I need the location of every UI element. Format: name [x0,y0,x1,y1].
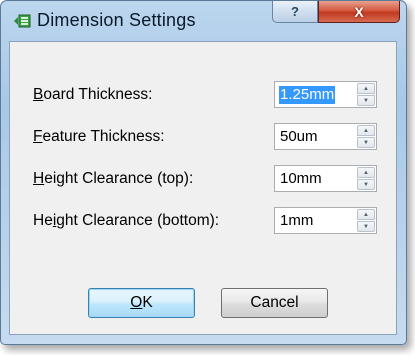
close-icon: X [354,3,364,20]
spin-down-arrow-icon[interactable]: ▼ [357,95,375,106]
spin-up-arrow-icon[interactable]: ▲ [357,83,375,94]
board-thickness-spin-buttons: ▲ ▼ [357,83,375,106]
board-thickness-spinner[interactable]: 1.25mm ▲ ▼ [274,81,377,108]
feature-thickness-spin-buttons: ▲ ▼ [357,125,375,148]
spin-up-arrow-icon[interactable]: ▲ [357,167,375,178]
dialog-body: Board Thickness: 1.25mm ▲ ▼ Feature Thic… [9,41,397,335]
board-thickness-mnemonic: B [33,86,44,103]
cancel-button[interactable]: Cancel [221,288,328,318]
height-clearance-top-spin-buttons: ▲ ▼ [357,167,375,190]
board-thickness-label: Board Thickness: [33,86,152,104]
help-icon: ? [291,4,299,19]
help-button[interactable]: ? [272,1,318,23]
dimension-settings-dialog: Dimension Settings ? X Board Thickness: … [0,0,407,345]
spin-down-arrow-icon[interactable]: ▼ [357,221,375,232]
feature-thickness-label: Feature Thickness: [33,128,165,146]
height-clearance-bottom-label: Height Clearance (bottom): [33,212,219,230]
height-clearance-top-input[interactable]: 10mm [279,170,323,188]
height-clearance-top-label-text: eight Clearance (top): [44,170,194,187]
height-clearance-bottom-spin-buttons: ▲ ▼ [357,209,375,232]
dimension-app-icon [13,13,35,29]
ok-mnemonic: O [130,294,143,311]
spin-up-arrow-icon[interactable]: ▲ [357,209,375,220]
height-clearance-bottom-label-text: ght Clearance (bottom): [56,212,220,229]
ok-button[interactable]: OK [88,288,195,318]
feature-thickness-input[interactable]: 50um [279,128,319,146]
height-clearance-top-label: Height Clearance (top): [33,170,193,188]
ok-label-text: K [142,294,153,311]
spin-up-arrow-icon[interactable]: ▲ [357,125,375,136]
title-bar[interactable]: Dimension Settings ? X [1,1,406,41]
height-clearance-top-mnemonic: H [33,170,45,187]
height-clearance-bottom-label-prefix: He [33,212,53,229]
height-clearance-bottom-input[interactable]: 1mm [279,212,314,230]
height-clearance-top-spinner[interactable]: 10mm ▲ ▼ [274,165,377,192]
board-thickness-label-text: oard Thickness: [43,86,153,103]
feature-thickness-label-text: eature Thickness: [42,128,165,145]
board-thickness-input[interactable]: 1.25mm [279,86,336,104]
feature-thickness-spinner[interactable]: 50um ▲ ▼ [274,123,377,150]
spin-down-arrow-icon[interactable]: ▼ [357,137,375,148]
spin-down-arrow-icon[interactable]: ▼ [357,179,375,190]
window-title: Dimension Settings [37,10,196,30]
height-clearance-bottom-spinner[interactable]: 1mm ▲ ▼ [274,207,377,234]
close-button[interactable]: X [318,1,400,23]
